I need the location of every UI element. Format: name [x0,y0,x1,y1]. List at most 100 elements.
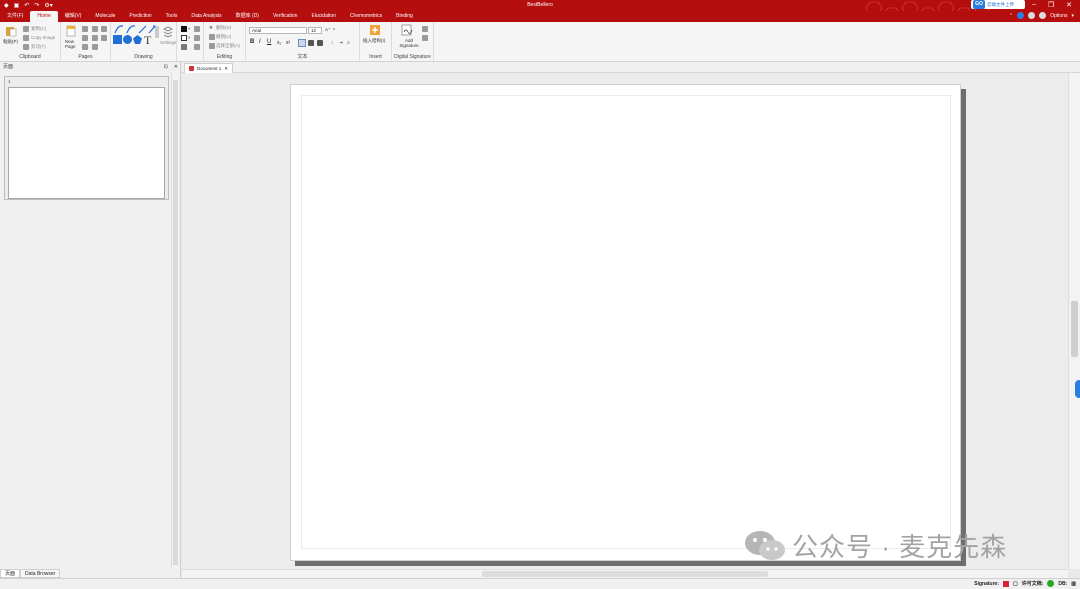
page-down-icon[interactable] [82,35,88,41]
tab-2[interactable]: 编辑(V) [58,11,89,22]
shapes-more-icon[interactable] [155,26,159,38]
align-right-icon[interactable] [317,40,323,46]
underline-button[interactable]: U [267,39,271,45]
line-spacing-icon[interactable]: ↕ [331,40,333,45]
tab-10[interactable]: Chemometrics [343,11,389,22]
move-down-icon[interactable] [92,35,98,41]
cloud-upload-button[interactable]: GO 云端文件上传 [971,0,1025,9]
paste-icon[interactable] [5,25,17,37]
options-menu[interactable]: Options [1050,13,1067,19]
tab-7[interactable]: 数据库 (D) [229,11,266,22]
chevron-up-icon[interactable]: ⌃ [1009,13,1013,19]
document-status-icon[interactable]: ▢ [1013,581,1018,587]
layers-icon[interactable] [163,26,173,38]
insert-structure-icon[interactable] [369,24,381,36]
text-label: 文本 [297,54,308,60]
document-canvas[interactable] [182,73,1068,569]
list-icon[interactable]: ≡ [347,40,350,45]
cut-button[interactable]: 剪切(T) [31,44,46,50]
tab-9[interactable]: Elucidation [304,11,342,22]
add-signature-button[interactable]: Add Signature [396,38,422,48]
select-all-button[interactable]: 选择全部(A) [216,43,240,49]
info-icon[interactable] [1017,12,1025,19]
move-up-icon[interactable] [92,26,98,32]
close-button[interactable]: ✕ [1066,1,1072,9]
horizontal-scroll-thumb[interactable] [482,571,768,577]
undo-button[interactable]: 撤销(U) [216,34,231,40]
align-center-icon[interactable] [308,40,314,46]
tab-3[interactable]: Molecule [88,11,122,22]
subscript-button[interactable]: x₂ [277,40,281,46]
superscript-button[interactable]: x² [286,40,290,46]
document-page[interactable] [290,84,961,561]
tab-11[interactable]: Binding [389,11,420,22]
polygon-tool-icon[interactable] [133,35,142,44]
edge-widget-icon[interactable] [1075,380,1080,398]
new-page-button[interactable]: New Page [65,39,79,49]
close-tab-icon[interactable]: ✕ [224,66,228,72]
help-icon[interactable] [1039,12,1047,19]
signature-verify-icon[interactable] [422,26,428,32]
bold-button[interactable]: B [250,39,254,45]
signature-icon[interactable] [401,24,413,36]
minimize-button[interactable]: – [1032,1,1036,9]
grow-font-icon[interactable]: A⁺ [325,27,330,33]
signature-list-icon[interactable] [422,35,428,41]
tab-1[interactable]: Home [30,11,58,22]
delete-button[interactable]: 删除(D) [216,25,231,31]
tab-6[interactable]: Data Analysis [184,11,228,22]
settings-icon[interactable] [1028,12,1036,19]
fill-color-icon[interactable] [181,26,187,32]
pages-panel-title: 页面 [3,64,14,70]
tab-5[interactable]: Tools [159,11,185,22]
document-tab[interactable]: Document 1 ✕ [184,63,234,73]
italic-button[interactable]: I [259,39,261,45]
signature-status-icon[interactable] [1002,580,1009,587]
page-first-icon[interactable] [101,26,107,32]
font-family-select[interactable]: Arial [249,27,307,34]
pin-icon[interactable]: ⊡ [164,64,168,70]
shrink-font-icon[interactable]: ᵃ [333,27,335,32]
vertical-scrollbar[interactable] [1068,73,1080,569]
chevron-down-icon[interactable]: ▾ [1071,13,1074,19]
db-status-icon[interactable]: ▥ [1071,581,1076,587]
indent-icon[interactable]: ⇥ [339,40,343,46]
cut-icon [23,44,29,50]
line-color-icon[interactable] [181,35,187,41]
close-icon[interactable]: ✕ [174,64,178,70]
settings-button[interactable]: Settings [160,40,176,45]
tab-0[interactable]: 文件(F) [0,11,30,22]
tab-pages[interactable]: 页面 [0,569,21,578]
insert-structure-button[interactable]: 插入结构(I) [363,38,385,44]
page-view-icon[interactable] [82,44,88,50]
pages-panel-header: 页面 ⊡ ✕ [0,62,181,71]
page-last-icon[interactable] [101,35,107,41]
tab-4[interactable]: Prediction [122,11,158,22]
group-icon[interactable] [194,44,200,50]
page-up-icon[interactable] [82,26,88,32]
distribute-icon[interactable] [194,35,200,41]
line-dropdown-icon: ▾ [188,35,191,40]
page-copy-icon[interactable] [92,44,98,50]
pages-panel-scroll-thumb[interactable] [173,80,178,565]
horizontal-scrollbar[interactable] [182,569,1068,578]
menu-right-controls: ⌃ Options ▾ [1009,12,1074,19]
copy-image-button[interactable]: Copy Image [31,35,55,40]
ellipse-tool-icon[interactable] [123,35,132,44]
vertical-scroll-thumb[interactable] [1071,301,1078,357]
arrow-style-icon[interactable] [181,44,187,50]
page-thumbnail[interactable] [8,87,165,199]
align-icon[interactable] [194,26,200,32]
rectangle-tool-icon[interactable] [113,35,122,44]
new-page-icon[interactable] [65,25,77,37]
restore-button[interactable]: ❐ [1048,1,1054,9]
copy-button[interactable]: 复制(C) [31,26,46,32]
align-left-icon[interactable] [298,39,306,47]
tab-8[interactable]: Verification [266,11,304,22]
font-size-select[interactable]: 12 [308,27,322,34]
page-thumbnail-card[interactable]: 1 [4,76,169,200]
pages-panel-scrollbar[interactable] [171,72,179,569]
tab-data-browser[interactable]: Data Browser [20,569,61,578]
text-tool-icon[interactable]: T [144,33,151,48]
paste-button[interactable]: 粘贴(P) [3,39,18,45]
